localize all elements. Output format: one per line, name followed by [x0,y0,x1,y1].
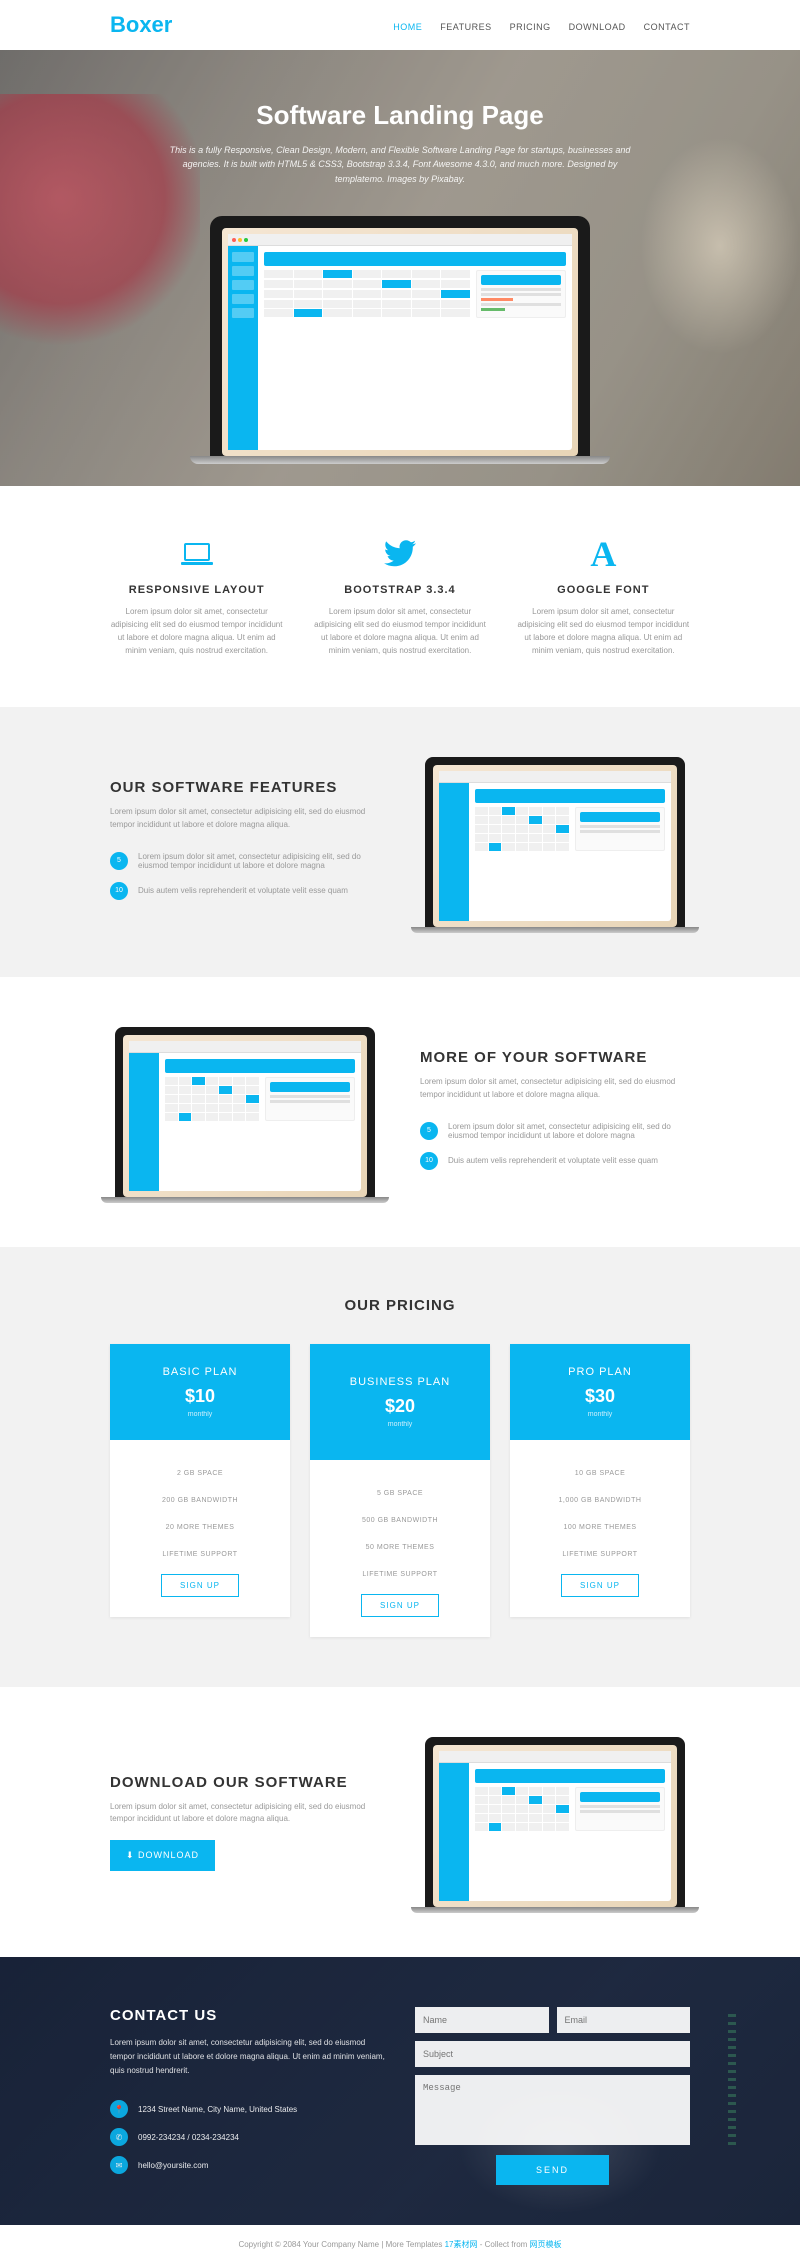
hero-subtitle: This is a fully Responsive, Clean Design… [160,143,640,186]
contact-icon: ✆ [110,2128,128,2146]
header: Boxer HOME FEATURES PRICING DOWNLOAD CONTACT [0,0,800,50]
plan-period: monthly [320,1421,480,1428]
section-title: MORE OF YOUR SOFTWARE [420,1049,690,1066]
plan-feature: 20 MORE THEMES [120,1514,280,1541]
feature-title: RESPONSIVE LAYOUT [110,584,283,596]
download-button[interactable]: ⬇ DOWNLOAD [110,1840,215,1871]
nav-link-home[interactable]: HOME [393,22,422,32]
pricing-card: BUSINESS PLAN $20 monthly 5 GB SPACE500 GB … [310,1344,490,1637]
contact-icon: ✉ [110,2156,128,2174]
download-desc: Lorem ipsum dolor sit amet, consectetur … [110,1801,380,1827]
plan-feature: 5 GB SPACE [320,1480,480,1507]
contact-section: CONTACT US Lorem ipsum dolor sit amet, c… [0,1957,800,2225]
pricing-title: OUR PRICING [110,1297,690,1314]
subject-input[interactable] [415,2041,690,2067]
logo[interactable]: Boxer [110,12,172,38]
laptop-mockup [115,1027,375,1197]
plan-feature: 200 GB BANDWIDTH [120,1487,280,1514]
download-icon: ⬇ [126,1850,138,1860]
plan-feature: LIFETIME SUPPORT [320,1561,480,1588]
feature-title: GOOGLE FONT [517,584,690,596]
list-item: 10Duis autem velis reprehenderit et volu… [110,876,380,906]
signup-button[interactable]: SIGN UP [361,1594,439,1617]
signup-button[interactable]: SIGN UP [161,1574,239,1597]
hero-laptop-mockup [210,216,590,456]
contact-info-item: ✆0992-234234 / 0234-234234 [110,2123,385,2151]
contact-icon: 📍 [110,2100,128,2118]
feature-icon [110,536,283,572]
feature-title: BOOTSTRAP 3.3.4 [313,584,486,596]
name-input[interactable] [415,2007,549,2033]
pricing-card: PRO PLAN $30 monthly 10 GB SPACE1,000 GB BA… [510,1344,690,1617]
feature-desc: Lorem ipsum dolor sit amet, consectetur … [313,606,486,657]
laptop-mockup [425,757,685,927]
hero-title: Software Landing Page [0,100,800,131]
nav-link-features[interactable]: FEATURES [440,22,491,32]
nav-link-contact[interactable]: CONTACT [644,22,690,32]
plan-name: BUSINESS PLAN [320,1376,480,1388]
plan-feature: 10 GB SPACE [520,1460,680,1487]
plan-period: monthly [520,1411,680,1418]
plan-price: $10 [120,1386,280,1407]
footer-link[interactable]: 17素材网 [445,2240,478,2249]
number-badge: 5 [110,852,128,870]
contact-desc: Lorem ipsum dolor sit amet, consectetur … [110,2036,385,2077]
main-nav: HOME FEATURES PRICING DOWNLOAD CONTACT [393,17,690,33]
list-item: 5Lorem ipsum dolor sit amet, consectetur… [110,846,380,876]
plan-period: monthly [120,1411,280,1418]
software-features-section: OUR SOFTWARE FEATURES Lorem ipsum dolor … [0,707,800,977]
download-section: DOWNLOAD OUR SOFTWARE Lorem ipsum dolor … [0,1687,800,1957]
laptop-mockup [425,1737,685,1907]
plan-name: PRO PLAN [520,1366,680,1378]
section-desc: Lorem ipsum dolor sit amet, consectetur … [420,1076,690,1102]
nav-link-download[interactable]: DOWNLOAD [569,22,626,32]
contact-info-item: ✉hello@yoursite.com [110,2151,385,2179]
plan-feature: 50 MORE THEMES [320,1534,480,1561]
features-section: RESPONSIVE LAYOUT Lorem ipsum dolor sit a… [0,486,800,707]
section-desc: Lorem ipsum dolor sit amet, consectetur … [110,806,380,832]
plan-price: $30 [520,1386,680,1407]
hero-section: Software Landing Page This is a fully Re… [0,50,800,486]
number-badge: 5 [420,1122,438,1140]
feature-icon: A [517,536,690,572]
signup-button[interactable]: SIGN UP [561,1574,639,1597]
plan-feature: LIFETIME SUPPORT [520,1541,680,1568]
message-input[interactable] [415,2075,690,2145]
pricing-section: OUR PRICING BASIC PLAN $10 monthly 2 GB SPA… [0,1247,800,1687]
plan-price: $20 [320,1396,480,1417]
contact-title: CONTACT US [110,2007,385,2024]
plan-feature: 500 GB BANDWIDTH [320,1507,480,1534]
plan-feature: 2 GB SPACE [120,1460,280,1487]
download-title: DOWNLOAD OUR SOFTWARE [110,1774,380,1791]
send-button[interactable]: SEND [496,2155,609,2185]
contact-info-item: 📍1234 Street Name, City Name, United Sta… [110,2095,385,2123]
nav-link-pricing[interactable]: PRICING [510,22,551,32]
pricing-card: BASIC PLAN $10 monthly 2 GB SPACE200 GB BAN… [110,1344,290,1617]
section-title: OUR SOFTWARE FEATURES [110,779,380,796]
more-software-section: MORE OF YOUR SOFTWARE Lorem ipsum dolor … [0,977,800,1247]
footer: Copyright © 2084 Your Company Name | Mor… [0,2225,800,2264]
list-item: 5Lorem ipsum dolor sit amet, consectetur… [420,1116,690,1146]
number-badge: 10 [110,882,128,900]
email-input[interactable] [557,2007,691,2033]
list-item: 10Duis autem velis reprehenderit et volu… [420,1146,690,1176]
feature-icon [313,536,486,572]
number-badge: 10 [420,1152,438,1170]
feature-desc: Lorem ipsum dolor sit amet, consectetur … [517,606,690,657]
plan-name: BASIC PLAN [120,1366,280,1378]
plan-feature: LIFETIME SUPPORT [120,1541,280,1568]
footer-link[interactable]: 网页模板 [530,2240,562,2249]
plan-feature: 1,000 GB BANDWIDTH [520,1487,680,1514]
plan-feature: 100 MORE THEMES [520,1514,680,1541]
feature-desc: Lorem ipsum dolor sit amet, consectetur … [110,606,283,657]
